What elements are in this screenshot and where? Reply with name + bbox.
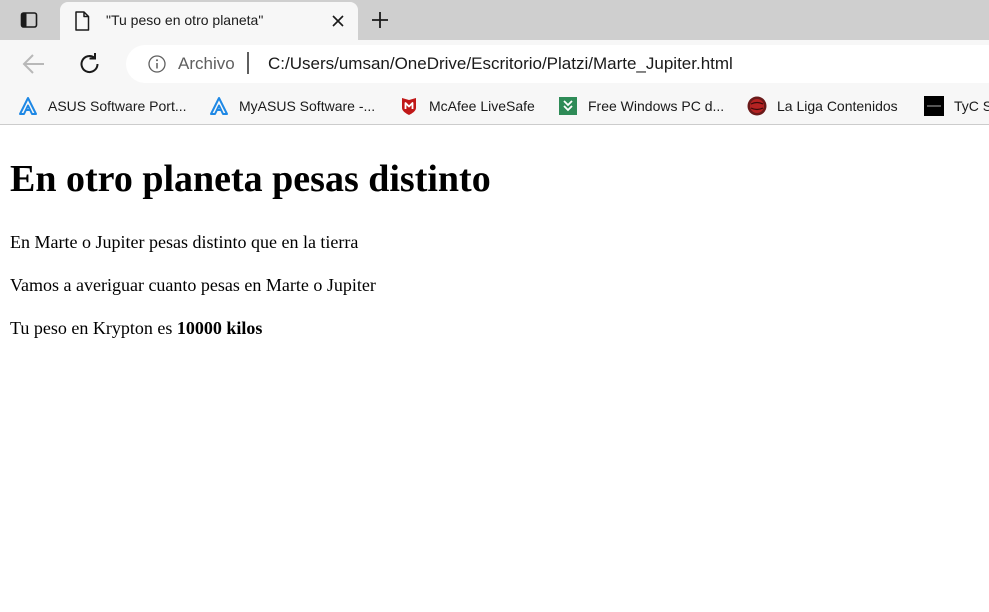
bookmark-la-liga-contenidos[interactable]: La Liga Contenidos bbox=[747, 96, 898, 116]
address-separator bbox=[247, 52, 249, 74]
address-scheme-label: Archivo bbox=[178, 54, 235, 73]
tyc-icon bbox=[924, 96, 944, 116]
tab-strip: "Tu peso en otro planeta" bbox=[0, 0, 989, 40]
bookmark-label: Free Windows PC d... bbox=[588, 98, 725, 114]
tab-title: "Tu peso en otro planeta" bbox=[106, 12, 264, 28]
active-tab[interactable]: "Tu peso en otro planeta" bbox=[60, 2, 358, 40]
bookmark-label: La Liga Contenidos bbox=[777, 98, 898, 114]
page-content: En otro planeta pesas distinto En Marte … bbox=[0, 125, 989, 612]
download-icon bbox=[559, 97, 577, 115]
mcafee-icon bbox=[402, 98, 416, 115]
result-value: 10000 kilos bbox=[176, 318, 263, 338]
bookmark-mcafee-livesafe[interactable]: McAfee LiveSafe bbox=[399, 96, 535, 116]
weight-result: Tu peso en Krypton es 10000 kilos bbox=[10, 318, 262, 339]
address-url[interactable]: C:/Users/umsan/OneDrive/Escritorio/Platz… bbox=[268, 54, 733, 74]
bookmark-label: TyC S bbox=[954, 98, 989, 114]
paragraph-intro: En Marte o Jupiter pesas distinto que en… bbox=[10, 232, 359, 252]
plus-icon bbox=[372, 12, 388, 28]
document-icon bbox=[75, 11, 90, 31]
address-bar[interactable]: Archivo C:/Users/umsan/OneDrive/Escritor… bbox=[126, 45, 989, 83]
paragraph-instructions: Vamos a averiguar cuanto pesas en Marte … bbox=[10, 275, 376, 295]
bookmark-free-windows-pc[interactable]: Free Windows PC d... bbox=[558, 96, 724, 116]
asus-icon bbox=[19, 97, 37, 115]
close-icon[interactable] bbox=[330, 13, 346, 29]
bookmark-label: MyASUS Software -... bbox=[239, 98, 376, 114]
bookmark-myasus-software[interactable]: MyASUS Software -... bbox=[209, 96, 375, 116]
reload-icon[interactable] bbox=[76, 51, 104, 77]
laliga-icon bbox=[747, 96, 767, 116]
result-prefix: Tu peso en Krypton es bbox=[10, 318, 177, 338]
bookmarks-bar: ASUS Software Port... MyASUS Software -.… bbox=[0, 88, 989, 125]
bookmark-label: ASUS Software Port... bbox=[48, 98, 187, 114]
bookmark-asus-software-portal[interactable]: ASUS Software Port... bbox=[18, 96, 187, 116]
bookmark-tyc[interactable]: TyC S bbox=[924, 96, 989, 116]
page-heading: En otro planeta pesas distinto bbox=[10, 158, 491, 200]
new-tab-button[interactable] bbox=[366, 6, 394, 34]
asus-icon bbox=[210, 97, 228, 115]
toolbar: Archivo C:/Users/umsan/OneDrive/Escritor… bbox=[0, 40, 989, 88]
tab-actions-icon bbox=[20, 12, 38, 28]
info-icon[interactable] bbox=[148, 55, 166, 73]
back-arrow-icon[interactable] bbox=[20, 52, 48, 76]
bookmark-label: McAfee LiveSafe bbox=[429, 98, 535, 114]
tab-actions-button[interactable] bbox=[8, 6, 50, 34]
